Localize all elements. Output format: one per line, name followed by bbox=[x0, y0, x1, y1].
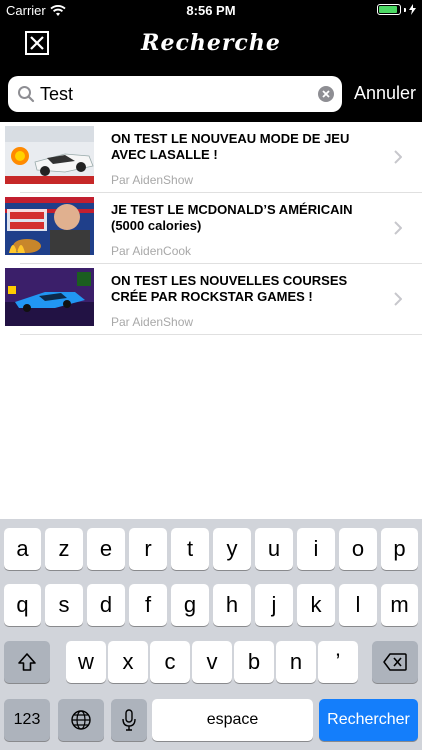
key-i[interactable]: i bbox=[297, 528, 335, 570]
video-thumbnail bbox=[5, 126, 94, 184]
page-title: Recherche bbox=[141, 30, 281, 56]
bolt-icon bbox=[409, 4, 416, 15]
result-title: JE TEST LE MCDONALD’S AMÉRICAIN (5000 ca… bbox=[111, 202, 353, 233]
key-p[interactable]: p bbox=[381, 528, 418, 570]
battery-cap bbox=[404, 7, 406, 12]
results-list: ON TEST LE NOUVEAU MODE DE JEU AVEC LASA… bbox=[0, 122, 422, 335]
result-author: Par AidenShow bbox=[111, 173, 194, 187]
result-author: Par AidenShow bbox=[111, 315, 194, 329]
key-e[interactable]: e bbox=[87, 528, 125, 570]
result-title: ON TEST LE NOUVEAU MODE DE JEU AVEC LASA… bbox=[111, 131, 350, 162]
key-m[interactable]: m bbox=[381, 584, 418, 626]
chevron-right-icon bbox=[394, 150, 402, 164]
key-v[interactable]: v bbox=[192, 641, 232, 683]
result-item[interactable]: ON TEST LES NOUVELLES COURSES CRÉE PAR R… bbox=[0, 264, 422, 335]
search-icon bbox=[18, 86, 35, 103]
shift-key[interactable] bbox=[4, 641, 50, 683]
globe-key[interactable] bbox=[58, 699, 104, 741]
key-k[interactable]: k bbox=[297, 584, 335, 626]
key-u[interactable]: u bbox=[255, 528, 293, 570]
key-s[interactable]: s bbox=[45, 584, 83, 626]
result-item[interactable]: ON TEST LE NOUVEAU MODE DE JEU AVEC LASA… bbox=[0, 122, 422, 193]
status-right bbox=[377, 4, 416, 15]
search-bar: Annuler bbox=[0, 66, 422, 122]
key-r[interactable]: r bbox=[129, 528, 167, 570]
microphone-icon bbox=[122, 709, 136, 731]
key-d[interactable]: d bbox=[87, 584, 125, 626]
key-z[interactable]: z bbox=[45, 528, 83, 570]
chevron-right-icon bbox=[394, 221, 402, 235]
delete-icon bbox=[383, 653, 407, 671]
clear-icon bbox=[322, 90, 330, 98]
key-a[interactable]: a bbox=[4, 528, 41, 570]
video-thumbnail bbox=[5, 268, 94, 326]
shift-icon bbox=[18, 653, 36, 671]
key-h[interactable]: h bbox=[213, 584, 251, 626]
video-thumbnail bbox=[5, 197, 94, 255]
key-l[interactable]: l bbox=[339, 584, 377, 626]
result-item[interactable]: JE TEST LE MCDONALD’S AMÉRICAIN (5000 ca… bbox=[0, 193, 422, 264]
key-apostrophe[interactable]: ’ bbox=[318, 641, 358, 683]
key-q[interactable]: q bbox=[4, 584, 41, 626]
key-o[interactable]: o bbox=[339, 528, 377, 570]
status-time: 8:56 PM bbox=[186, 3, 236, 18]
space-key[interactable]: espace bbox=[152, 699, 313, 741]
status-bar: Carrier 8:56 PM bbox=[0, 0, 422, 22]
numbers-key[interactable]: 123 bbox=[4, 699, 50, 741]
delete-key[interactable] bbox=[372, 641, 418, 683]
search-input[interactable] bbox=[40, 76, 310, 112]
key-j[interactable]: j bbox=[255, 584, 293, 626]
result-title: ON TEST LES NOUVELLES COURSES CRÉE PAR R… bbox=[111, 273, 348, 304]
microphone-key[interactable] bbox=[111, 699, 147, 741]
key-w[interactable]: w bbox=[66, 641, 106, 683]
nav-bar: Recherche bbox=[0, 22, 422, 66]
key-n[interactable]: n bbox=[276, 641, 316, 683]
battery-icon bbox=[377, 4, 401, 15]
search-key[interactable]: Rechercher bbox=[319, 699, 418, 741]
key-t[interactable]: t bbox=[171, 528, 209, 570]
cancel-button[interactable]: Annuler bbox=[354, 83, 416, 104]
chevron-right-icon bbox=[394, 292, 402, 306]
keyboard: a z e r t y u i o p q s d f g h j k l m … bbox=[0, 519, 422, 750]
clear-search-button[interactable] bbox=[318, 86, 334, 102]
key-c[interactable]: c bbox=[150, 641, 190, 683]
globe-icon bbox=[71, 710, 91, 730]
battery-fill bbox=[379, 6, 397, 13]
key-y[interactable]: y bbox=[213, 528, 251, 570]
key-b[interactable]: b bbox=[234, 641, 274, 683]
result-author: Par AidenCook bbox=[111, 244, 192, 258]
key-x[interactable]: x bbox=[108, 641, 148, 683]
key-f[interactable]: f bbox=[129, 584, 167, 626]
key-g[interactable]: g bbox=[171, 584, 209, 626]
search-field[interactable] bbox=[8, 76, 342, 112]
